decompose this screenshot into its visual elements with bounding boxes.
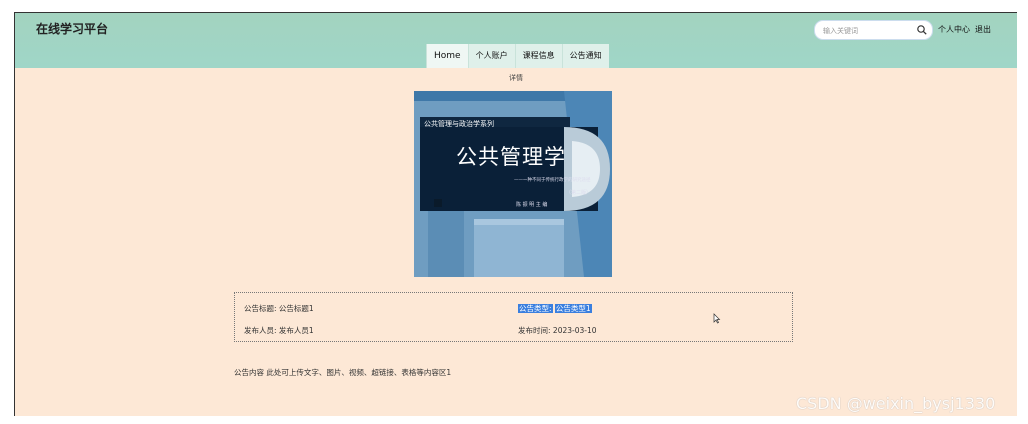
book-cover-image: 公共管理与政治学系列 公共管理学 ——一种不同于传统行政学的研究途径 （第二版）… <box>414 91 612 277</box>
brand-title: 在线学习平台 <box>36 22 109 36</box>
cover-edition: （第二版） <box>566 190 592 196</box>
search-box <box>814 20 933 40</box>
publisher-value: 发布人员1 <box>278 326 314 335</box>
main-nav: Home 个人账户 课程信息 公告通知 <box>426 44 609 68</box>
detail-heading: 详情 <box>509 74 523 82</box>
content-label: 公告内容 <box>234 368 264 377</box>
title-row: 公告标题: 公告标题1 <box>244 303 314 314</box>
watermark: CSDN @weixin_bysj1330 <box>796 394 996 413</box>
title-value: 公告标题1 <box>278 304 314 313</box>
time-label: 发布时间: <box>518 326 551 335</box>
time-row: 发布时间: 2023-03-10 <box>518 325 597 336</box>
publisher-label: 发布人员: <box>244 326 277 335</box>
type-value: 公告类型1 <box>554 304 592 313</box>
mouse-cursor-icon <box>713 313 721 324</box>
nav-item-account[interactable]: 个人账户 <box>467 44 515 68</box>
search-icon[interactable] <box>916 24 928 36</box>
notice-info-box: 公告标题: 公告标题1 公告类型: 公告类型1 发布人员: 发布人员1 发布时间… <box>234 292 793 342</box>
profile-link[interactable]: 个人中心 <box>938 24 970 35</box>
cover-author: 陈 振 明 主 编 <box>516 202 548 208</box>
nav-item-home[interactable]: Home <box>426 44 468 68</box>
nav-item-notices[interactable]: 公告通知 <box>561 44 609 68</box>
cover-series: 公共管理与政治学系列 <box>424 120 494 128</box>
cover-subtitle: ——一种不同于传统行政学的研究途径 <box>514 178 591 183</box>
time-value: 2023-03-10 <box>552 326 597 335</box>
logout-link[interactable]: 退出 <box>975 24 991 35</box>
title-label: 公告标题: <box>244 304 277 313</box>
notice-content: 公告内容 此处可上传文字、图片、视频、超链接、表格等内容区1 <box>234 367 451 378</box>
nav-item-courses[interactable]: 课程信息 <box>514 44 562 68</box>
publisher-row: 发布人员: 发布人员1 <box>244 325 314 336</box>
header: 在线学习平台 个人中心 退出 Home 个人账户 课程信息 公告通知 <box>15 13 1017 68</box>
type-row: 公告类型: 公告类型1 <box>518 303 592 314</box>
page-frame: 在线学习平台 个人中心 退出 Home 个人账户 课程信息 公告通知 详情 <box>14 12 1017 416</box>
type-label: 公告类型: <box>518 304 553 313</box>
content-value: 此处可上传文字、图片、视频、超链接、表格等内容区1 <box>266 368 452 377</box>
search-input[interactable] <box>821 24 917 38</box>
cover-title: 公共管理学 <box>456 145 566 169</box>
